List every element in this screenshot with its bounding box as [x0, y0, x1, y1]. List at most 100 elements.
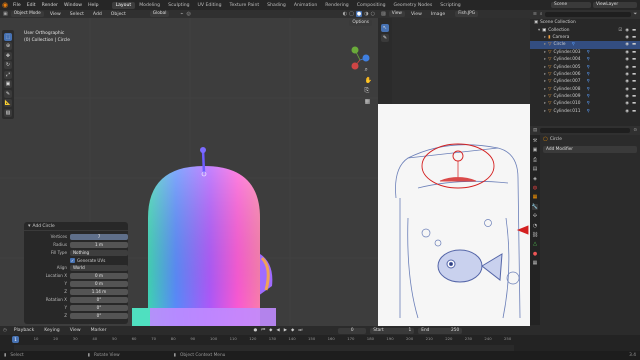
- outliner-search-input[interactable]: [545, 12, 631, 17]
- expand-arrow-icon[interactable]: ▾: [538, 28, 540, 33]
- outliner-search-icon[interactable]: ⌕: [540, 12, 542, 17]
- expand-arrow-icon[interactable]: ▸: [544, 101, 546, 106]
- expand-arrow-icon[interactable]: ▸: [544, 109, 546, 114]
- outliner-type-icon[interactable]: ☰: [533, 12, 537, 17]
- play-icon[interactable]: ▶: [284, 328, 287, 333]
- material-tab-icon[interactable]: ●: [533, 251, 537, 257]
- expand-arrow-icon[interactable]: ▸: [544, 94, 546, 99]
- visibility-eye-icon[interactable]: ◉: [625, 50, 629, 55]
- start-frame-field[interactable]: Start 1: [370, 327, 415, 334]
- outliner-filter-icon[interactable]: ⏷: [634, 12, 637, 17]
- visibility-eye-icon[interactable]: ◉: [625, 94, 629, 99]
- outliner-item-cylinder-011[interactable]: ▸ ▽ Cylinder.011 ⚲ ◉ ▬: [530, 108, 640, 115]
- render-camera-icon[interactable]: ▬: [632, 94, 636, 99]
- image-menu-image[interactable]: Image: [428, 12, 448, 17]
- menu-window[interactable]: Window: [61, 3, 85, 8]
- overlay-icon[interactable]: ◐: [343, 11, 347, 17]
- expand-arrow-icon[interactable]: ▸: [544, 57, 546, 62]
- outliner-item-cylinder-009[interactable]: ▸ ▽ Cylinder.009 ⚲ ◉ ▬: [530, 93, 640, 100]
- output-tab-icon[interactable]: ⎙: [533, 157, 537, 163]
- menu-render[interactable]: Render: [39, 3, 61, 8]
- outliner-root-row[interactable]: ▣ Scene Collection: [530, 19, 640, 26]
- shading-solid-icon[interactable]: ●: [355, 11, 363, 17]
- xray-icon[interactable]: ▢: [349, 11, 354, 17]
- scene-tab-icon[interactable]: ◈: [533, 176, 537, 182]
- visibility-eye-icon[interactable]: ◉: [625, 101, 629, 106]
- orientation-selector[interactable]: Global: [149, 11, 170, 17]
- outliner-item-cylinder-008[interactable]: ▸ ▽ Cylinder.008 ⚲ ◉ ▬: [530, 86, 640, 93]
- play-reverse-icon[interactable]: ◀: [276, 328, 279, 333]
- rotate-icon[interactable]: ↻: [4, 61, 12, 69]
- outliner-collection-row[interactable]: ▾ ▣ Collection ☑ ◉ ▬: [530, 26, 640, 33]
- image-editor-type-icon[interactable]: ▨: [381, 11, 386, 17]
- tab-shading[interactable]: Shading: [263, 2, 290, 9]
- render-camera-icon[interactable]: ▬: [632, 87, 636, 92]
- tab-modeling[interactable]: Modeling: [135, 2, 164, 9]
- pin-icon[interactable]: ⊙: [633, 128, 637, 133]
- visibility-eye-icon[interactable]: ◉: [625, 79, 629, 84]
- snap-icon[interactable]: ⌁: [180, 11, 183, 17]
- visibility-eye-icon[interactable]: ◉: [625, 65, 629, 70]
- image-editor[interactable]: ↖ ✎: [378, 18, 530, 326]
- tab-compositing[interactable]: Compositing: [353, 2, 390, 9]
- expand-arrow-icon[interactable]: ▸: [544, 42, 546, 47]
- viewport-menu-object[interactable]: Object: [108, 12, 129, 17]
- constraints-tab-icon[interactable]: ⛓: [532, 232, 538, 238]
- camera-view-icon[interactable]: ⎘: [365, 87, 372, 95]
- render-camera-icon[interactable]: ▬: [632, 50, 636, 55]
- menu-file[interactable]: File: [10, 3, 24, 8]
- visibility-eye-icon[interactable]: ◉: [625, 57, 629, 62]
- visibility-eye-icon[interactable]: ◉: [625, 72, 629, 77]
- render-camera-icon[interactable]: ▬: [632, 28, 636, 33]
- annotate-icon[interactable]: ✎: [4, 89, 12, 98]
- prev-key-icon[interactable]: ◆: [269, 328, 272, 333]
- radius-field[interactable]: 1 m: [70, 242, 128, 248]
- options-dropdown[interactable]: Options: [349, 20, 372, 26]
- modifier-tab-icon[interactable]: 🔧: [531, 203, 539, 210]
- outliner-item-cylinder-007[interactable]: ▸ ▽ Cylinder.007 ⚲ ◉ ▬: [530, 78, 640, 85]
- playhead[interactable]: 1: [12, 336, 19, 343]
- timeline-menu-playback[interactable]: Playback: [11, 328, 38, 333]
- timeline-menu-view[interactable]: View: [67, 328, 84, 333]
- current-frame-field[interactable]: 0: [338, 327, 367, 334]
- expand-arrow-icon[interactable]: ▸: [544, 79, 546, 84]
- expand-arrow-icon[interactable]: ▸: [544, 72, 546, 77]
- render-camera-icon[interactable]: ▬: [632, 65, 636, 70]
- properties-search-input[interactable]: [540, 128, 631, 133]
- image-view-dropdown[interactable]: View: [388, 11, 405, 17]
- outliner-item-cylinder-010[interactable]: ▸ ▽ Cylinder.010 ⚲ ◉ ▬: [530, 100, 640, 107]
- shading-material-icon[interactable]: ◑: [364, 11, 368, 17]
- object-tab-icon[interactable]: ▦: [533, 194, 538, 200]
- rotation-y-field[interactable]: 0°: [70, 305, 128, 311]
- data-tab-icon[interactable]: △: [533, 241, 537, 247]
- visibility-eye-icon[interactable]: ◉: [625, 42, 629, 47]
- tab-sculpting[interactable]: Sculpting: [164, 2, 193, 9]
- tab-texture-paint[interactable]: Texture Paint: [226, 2, 264, 9]
- outliner-item-cylinder-003[interactable]: ▸ ▽ Cylinder.003 ⚲ ◉ ▬: [530, 49, 640, 56]
- location-z-field[interactable]: 1.14 m: [70, 289, 128, 295]
- tab-layout[interactable]: Layout: [111, 1, 136, 9]
- tab-animation[interactable]: Animation: [290, 2, 321, 9]
- render-camera-icon[interactable]: ▬: [632, 42, 636, 47]
- expand-arrow-icon[interactable]: ▸: [544, 87, 546, 92]
- render-camera-icon[interactable]: ▬: [632, 101, 636, 106]
- scene-selector[interactable]: Scene: [551, 2, 591, 8]
- render-camera-icon[interactable]: ▬: [632, 109, 636, 114]
- outliner-item-cylinder-006[interactable]: ▸ ▽ Cylinder.006 ⚲ ◉ ▬: [530, 71, 640, 78]
- scale-icon[interactable]: ⤢: [4, 70, 12, 79]
- particles-tab-icon[interactable]: ✣: [533, 213, 537, 219]
- proportional-edit-icon[interactable]: ◎: [187, 11, 191, 17]
- perspective-toggle-icon[interactable]: ▦: [365, 98, 372, 105]
- view-layer-tab-icon[interactable]: ▤: [533, 166, 538, 172]
- render-camera-icon[interactable]: ▬: [632, 79, 636, 84]
- cursor-icon[interactable]: ⊕: [4, 42, 12, 50]
- world-tab-icon[interactable]: ◍: [533, 185, 537, 191]
- rotation-x-field[interactable]: 0°: [70, 297, 128, 303]
- mode-selector[interactable]: Object Mode: [10, 11, 44, 17]
- outliner-item-cylinder-005[interactable]: ▸ ▽ Cylinder.005 ⚲ ◉ ▬: [530, 63, 640, 70]
- image-menu-view[interactable]: View: [408, 12, 425, 17]
- render-tab-icon[interactable]: ▣: [533, 147, 538, 153]
- outliner-item-cylinder-004[interactable]: ▸ ▽ Cylinder.004 ⚲ ◉ ▬: [530, 56, 640, 63]
- move-icon[interactable]: ✥: [4, 51, 12, 60]
- measure-icon[interactable]: 📐: [4, 99, 12, 107]
